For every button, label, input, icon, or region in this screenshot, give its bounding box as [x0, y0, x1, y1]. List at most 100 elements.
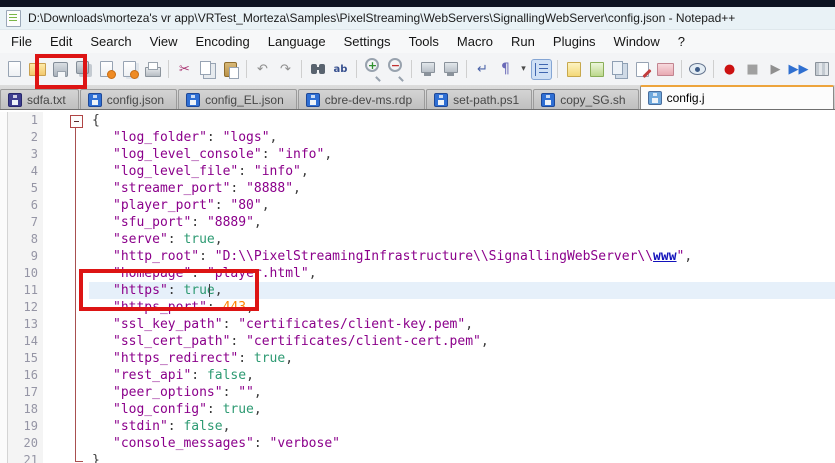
code-text[interactable]: "streamer_port": "8888",: [89, 180, 835, 197]
bookmark-margin[interactable]: [43, 401, 70, 418]
bookmark-margin[interactable]: [43, 129, 70, 146]
menu-item-view[interactable]: View: [141, 32, 187, 51]
bookmark-margin[interactable]: [43, 112, 70, 129]
macro-record-button[interactable]: ●: [719, 59, 740, 80]
code-text[interactable]: "console_messages": "verbose": [89, 435, 835, 452]
tab-sdfa-txt[interactable]: sdfa.txt: [0, 89, 79, 109]
tab-config-el-json[interactable]: config_EL.json: [178, 89, 297, 109]
code-line-21[interactable]: 21}: [0, 452, 835, 463]
code-text[interactable]: "https_redirect": true,: [89, 350, 835, 367]
code-text[interactable]: "ssl_cert_path": "certificates/client-ce…: [89, 333, 835, 350]
bookmark-margin[interactable]: [43, 180, 70, 197]
bookmark-margin[interactable]: [43, 299, 70, 316]
code-text[interactable]: "log_folder": "logs",: [89, 129, 835, 146]
replace-button[interactable]: ab: [330, 59, 351, 80]
code-line-18[interactable]: 18"log_config": true,: [0, 401, 835, 418]
close-all-button[interactable]: [119, 59, 140, 80]
show-all-characters-button[interactable]: ¶: [495, 59, 516, 80]
edit-document-panel-button[interactable]: [632, 59, 653, 80]
code-line-14[interactable]: 14"ssl_cert_path": "certificates/client-…: [0, 333, 835, 350]
code-text[interactable]: "serve": true,: [89, 231, 835, 248]
bookmark-margin[interactable]: [43, 282, 70, 299]
code-line-3[interactable]: 3"log_level_console": "info",: [0, 146, 835, 163]
bookmark-margin[interactable]: [43, 265, 70, 282]
paste-button[interactable]: [220, 59, 241, 80]
close-button[interactable]: [96, 59, 117, 80]
zoom-out-button[interactable]: −: [385, 56, 406, 83]
menu-item-window[interactable]: Window: [605, 32, 669, 51]
cut-button[interactable]: ✂: [174, 59, 195, 80]
menu-item-help[interactable]: ?: [669, 32, 694, 51]
bookmark-margin[interactable]: [43, 231, 70, 248]
show-symbol-menu-button[interactable]: ▾: [518, 59, 529, 80]
bookmark-margin[interactable]: [43, 316, 70, 333]
macro-save-button[interactable]: [811, 59, 832, 80]
menu-item-run[interactable]: Run: [502, 32, 544, 51]
tab-config-json[interactable]: config.json: [80, 89, 177, 109]
code-text[interactable]: "player_port": "80",: [89, 197, 835, 214]
menu-item-tools[interactable]: Tools: [400, 32, 448, 51]
code-text[interactable]: "stdin": false,: [89, 418, 835, 435]
sync-horizontal-scrolling-button[interactable]: [440, 59, 461, 80]
code-line-16[interactable]: 16"rest_api": false,: [0, 367, 835, 384]
code-text[interactable]: "sfu_port": "8889",: [89, 214, 835, 231]
tab-copy-sg-sh[interactable]: copy_SG.sh: [533, 89, 638, 109]
folder-as-workspace-panel-button[interactable]: [655, 59, 676, 80]
code-line-9[interactable]: 9"http_root": "D:\\PixelStreamingInfrast…: [0, 248, 835, 265]
fold-collapse-icon[interactable]: [70, 115, 83, 128]
sync-vertical-scrolling-button[interactable]: [417, 59, 438, 80]
document-switcher-panel-button[interactable]: [609, 59, 630, 80]
undo-button[interactable]: ↶: [252, 59, 273, 80]
menu-item-macro[interactable]: Macro: [448, 32, 502, 51]
code-line-2[interactable]: 2"log_folder": "logs",: [0, 129, 835, 146]
bookmark-margin[interactable]: [43, 435, 70, 452]
bookmark-margin[interactable]: [43, 146, 70, 163]
code-text[interactable]: "log_config": true,: [89, 401, 835, 418]
macro-stop-button[interactable]: ■: [742, 59, 763, 80]
menu-item-file[interactable]: File: [2, 32, 41, 51]
code-text[interactable]: "rest_api": false,: [89, 367, 835, 384]
menu-item-plugins[interactable]: Plugins: [544, 32, 605, 51]
word-wrap-button[interactable]: ↵: [472, 59, 493, 80]
code-text[interactable]: {: [89, 112, 835, 129]
bookmark-margin[interactable]: [43, 384, 70, 401]
menu-item-settings[interactable]: Settings: [335, 32, 400, 51]
menu-item-edit[interactable]: Edit: [41, 32, 81, 51]
code-line-15[interactable]: 15"https_redirect": true,: [0, 350, 835, 367]
show-indent-guide-button[interactable]: [531, 59, 552, 80]
print-button[interactable]: [142, 59, 163, 80]
bookmark-margin[interactable]: [43, 214, 70, 231]
bookmark-margin[interactable]: [43, 452, 70, 463]
tab-set-path-ps1[interactable]: set-path.ps1: [426, 89, 532, 109]
macro-play-button[interactable]: ▶: [765, 59, 786, 80]
bookmark-margin[interactable]: [43, 333, 70, 350]
macro-run-multiple-button[interactable]: ▶▶: [788, 59, 809, 80]
code-line-8[interactable]: 8"serve": true,: [0, 231, 835, 248]
code-line-19[interactable]: 19"stdin": false,: [0, 418, 835, 435]
code-line-5[interactable]: 5"streamer_port": "8888",: [0, 180, 835, 197]
bookmark-margin[interactable]: [43, 197, 70, 214]
code-line-17[interactable]: 17"peer_options": "",: [0, 384, 835, 401]
function-list-panel-button[interactable]: [563, 59, 584, 80]
new-file-button[interactable]: [4, 59, 25, 80]
code-line-6[interactable]: 6"player_port": "80",: [0, 197, 835, 214]
file-monitoring-button[interactable]: [687, 59, 708, 80]
bookmark-margin[interactable]: [43, 350, 70, 367]
menu-item-language[interactable]: Language: [259, 32, 335, 51]
code-line-20[interactable]: 20"console_messages": "verbose": [0, 435, 835, 452]
bookmark-margin[interactable]: [43, 248, 70, 265]
code-text[interactable]: }: [89, 452, 835, 463]
document-map-panel-button[interactable]: [586, 59, 607, 80]
code-text[interactable]: "log_level_console": "info",: [89, 146, 835, 163]
code-line-4[interactable]: 4"log_level_file": "info",: [0, 163, 835, 180]
zoom-in-button[interactable]: +: [362, 56, 383, 83]
code-text[interactable]: "ssl_key_path": "certificates/client-key…: [89, 316, 835, 333]
menu-item-search[interactable]: Search: [81, 32, 140, 51]
find-button[interactable]: [307, 59, 328, 80]
bookmark-margin[interactable]: [43, 418, 70, 435]
code-line-1[interactable]: 1{: [0, 112, 835, 129]
title-bar[interactable]: D:\Downloads\morteza's vr app\VRTest_Mor…: [0, 7, 835, 30]
tab-cbre-dev-ms-rdp[interactable]: cbre-dev-ms.rdp: [298, 89, 425, 109]
code-line-7[interactable]: 7"sfu_port": "8889",: [0, 214, 835, 231]
code-text[interactable]: "http_root": "D:\\PixelStreamingInfrastr…: [89, 248, 835, 265]
